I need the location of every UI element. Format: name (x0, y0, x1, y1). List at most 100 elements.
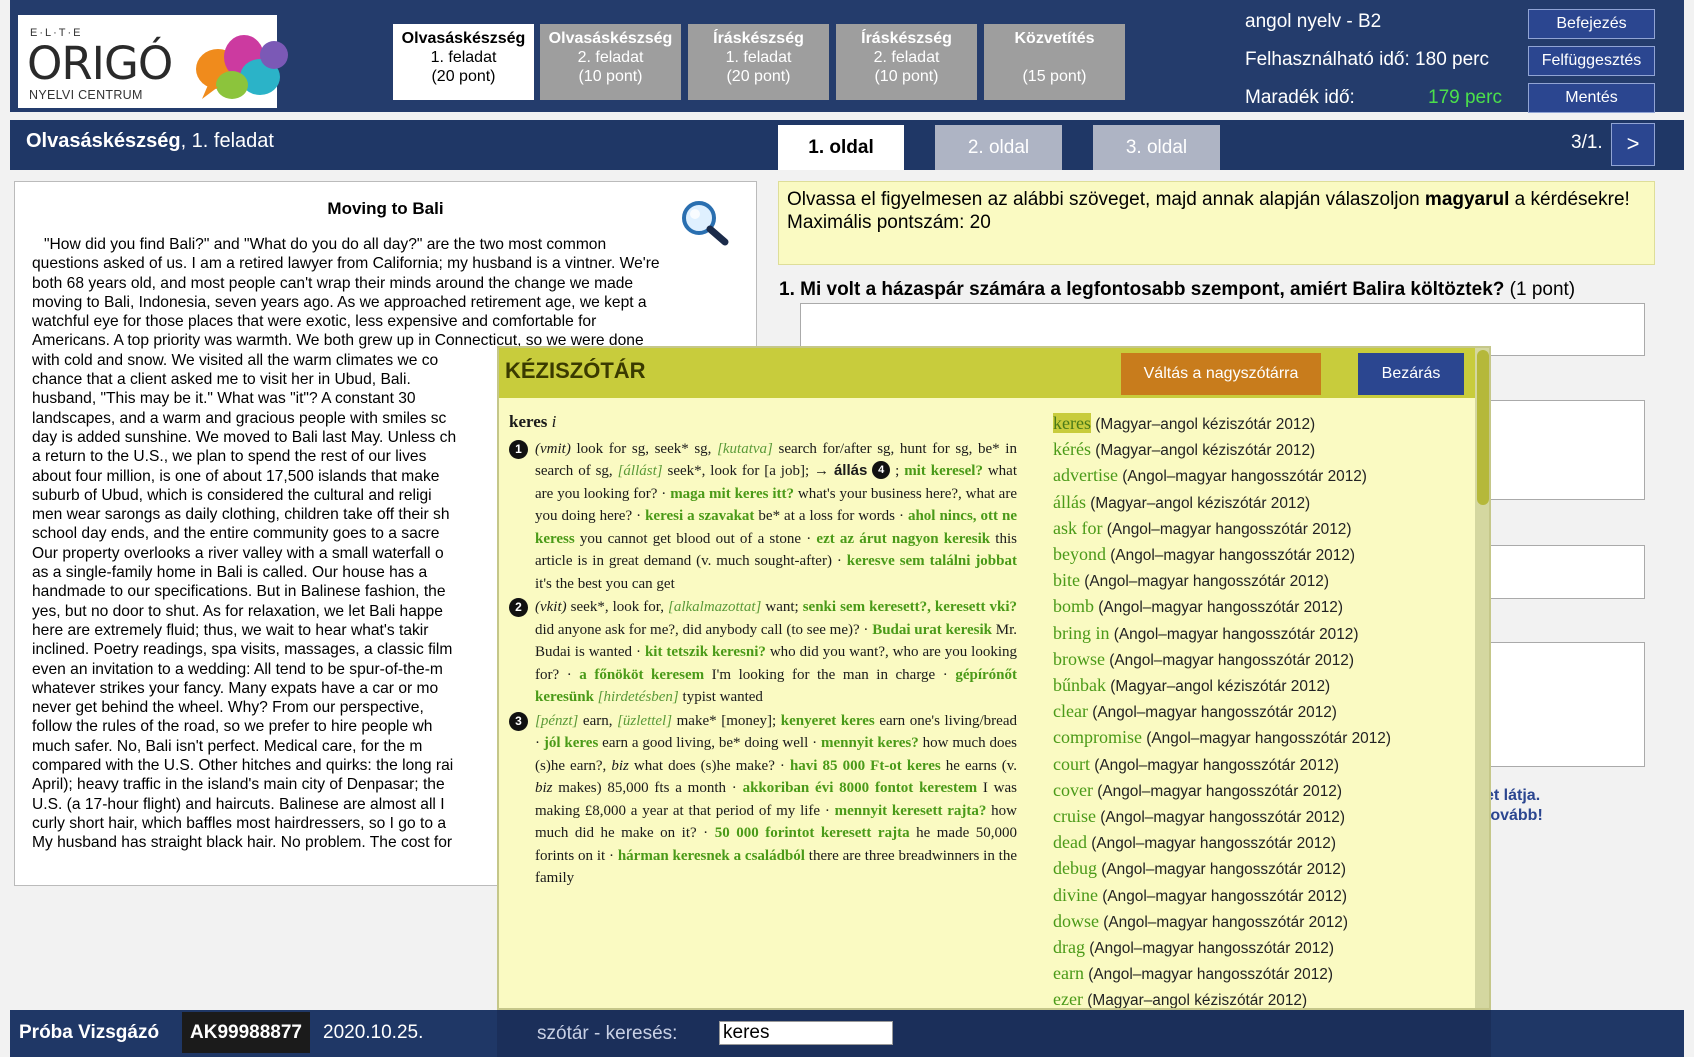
task-tab-4[interactable]: Íráskészség 2. feladat (10 pont) (836, 24, 977, 100)
dictionary-word-item[interactable]: court (Angol–magyar hangosszótár 2012) (1053, 752, 1473, 778)
entry-sense-1: 1 (vmit) look for sg, seek* sg, [kutatva]… (509, 438, 1017, 596)
word-headword: dowse (1053, 910, 1099, 931)
sense-number-2: 2 (509, 598, 528, 617)
candidate-name: Próba Vizsgázó (19, 1022, 160, 1043)
dictionary-word-item[interactable]: állás (Magyar–angol kéziszótár 2012) (1053, 490, 1473, 516)
dictionary-word-item[interactable]: debug (Angol–magyar hangosszótár 2012) (1053, 856, 1473, 882)
save-button[interactable]: Mentés (1528, 83, 1655, 113)
dictionary-word-item[interactable]: beyond (Angol–magyar hangosszótár 2012) (1053, 542, 1473, 568)
word-headword: advertise (1053, 465, 1118, 486)
dictionary-search-input[interactable] (719, 1021, 893, 1045)
reading-line: watchful eye for those places that were … (32, 313, 597, 331)
word-source: (Angol–magyar hangosszótár 2012) (1091, 835, 1336, 853)
candidate-id: AK99988877 (182, 1012, 310, 1053)
answer-field-4[interactable] (1480, 642, 1645, 767)
task-tab-title: Olvasáskészség (401, 30, 526, 47)
page-tab-3[interactable]: 3. oldal (1093, 125, 1220, 170)
task-tab-sub: 2. feladat (873, 49, 940, 66)
dictionary-popup: KÉZISZÓTÁR Váltás a nagyszótárra Bezárás… (497, 346, 1491, 1010)
dictionary-word-item[interactable]: advertise (Angol–magyar hangosszótár 201… (1053, 463, 1473, 489)
exam-language: angol nyelv - B2 (1245, 11, 1382, 32)
word-headword: ezer (1053, 989, 1083, 1010)
word-source: (Magyar–angol kéziszótár 2012) (1110, 678, 1331, 696)
logo-origo-text: ORIGÓ (27, 37, 173, 90)
task-tab-sub: 2. feladat (577, 49, 644, 66)
remaining-time-value: 179 perc (1428, 87, 1502, 108)
task-tab-points: (20 pont) (431, 68, 496, 85)
reading-line: "How did you find Bali?" and "What do yo… (44, 236, 607, 253)
question-1-text: 1. Mi volt a házaspár számára a legfonto… (779, 279, 1505, 300)
dictionary-word-item[interactable]: bring in (Angol–magyar hangosszótár 2012… (1053, 621, 1473, 647)
dictionary-word-list: keres (Magyar–angol kéziszótár 2012) kéré… (1053, 411, 1473, 1010)
dictionary-word-item[interactable]: bite (Angol–magyar hangosszótár 2012) (1053, 568, 1473, 594)
dictionary-word-item[interactable]: clear (Angol–magyar hangosszótár 2012) (1053, 699, 1473, 725)
word-source: (Angol–magyar hangosszótár 2012) (1098, 599, 1343, 617)
question-1: 1. Mi volt a házaspár számára a legfonto… (779, 279, 1575, 301)
logo-subtitle-text: NYELVI CENTRUM (29, 88, 143, 102)
dictionary-word-item[interactable]: bomb (Angol–magyar hangosszótár 2012) (1053, 594, 1473, 620)
word-source: (Angol–magyar hangosszótár 2012) (1101, 861, 1346, 879)
word-headword: compromise (1053, 727, 1142, 748)
page-tab-1[interactable]: 1. oldal (778, 125, 904, 170)
task-tab-points: (10 pont) (578, 68, 643, 85)
instructions-box: Olvassa el figyelmesen az alábbi szövege… (778, 181, 1655, 265)
headword-text: keres (509, 412, 548, 431)
word-source: (Angol–magyar hangosszótár 2012) (1094, 756, 1339, 774)
word-headword: kérés (1053, 439, 1091, 460)
dictionary-word-item[interactable]: browse (Angol–magyar hangosszótár 2012) (1053, 647, 1473, 673)
dictionary-word-item[interactable]: dowse (Angol–magyar hangosszótár 2012) (1053, 909, 1473, 935)
word-source: (Angol–magyar hangosszótár 2012) (1113, 625, 1359, 643)
word-headword: clear (1053, 701, 1088, 722)
task-tab-points: (10 pont) (874, 68, 939, 85)
dictionary-word-item[interactable]: ezer (Magyar–angol kéziszótár 2012) (1053, 987, 1473, 1010)
dictionary-word-item[interactable]: keres (Magyar–angol kéziszótár 2012) (1053, 411, 1473, 437)
word-source: (Angol–magyar hangosszótár 2012) (1122, 468, 1367, 486)
entry-headword: keres i (509, 411, 1017, 434)
answer-field-3[interactable] (1480, 545, 1645, 599)
word-headword: állás (1053, 491, 1086, 512)
dictionary-scroll-thumb[interactable] (1477, 350, 1489, 505)
dictionary-word-item[interactable]: earn (Angol–magyar hangosszótár 2012) (1053, 961, 1473, 987)
switch-dictionary-button[interactable]: Váltás a nagyszótárra (1121, 353, 1321, 395)
usable-time: Felhasználható idő: 180 perc (1245, 49, 1489, 70)
exam-date: 2020.10.25. (323, 1022, 424, 1043)
dictionary-word-item[interactable]: cruise (Angol–magyar hangosszótár 2012) (1053, 804, 1473, 830)
dictionary-word-item[interactable]: ask for (Angol–magyar hangosszótár 2012) (1053, 516, 1473, 542)
word-headword: earn (1053, 963, 1084, 984)
word-headword: cruise (1053, 806, 1096, 827)
continue-hint: et látja. tovább! (1485, 786, 1543, 826)
instructions-text-end: a kérdésekre! (1509, 189, 1630, 210)
dictionary-word-item[interactable]: dead (Angol–magyar hangosszótár 2012) (1053, 830, 1473, 856)
word-headword: drag (1053, 937, 1085, 958)
page-counter: 3/1. (1571, 132, 1603, 153)
dictionary-word-item[interactable]: bűnbak (Magyar–angol kéziszótár 2012) (1053, 673, 1473, 699)
dictionary-word-item[interactable]: compromise (Angol–magyar hangosszótár 20… (1053, 725, 1473, 751)
answer-field-2[interactable] (1480, 400, 1645, 500)
word-source: (Angol–magyar hangosszótár 2012) (1110, 547, 1355, 565)
page-tab-2[interactable]: 2. oldal (935, 125, 1062, 170)
word-headword: court (1053, 753, 1090, 774)
word-source: (Angol–magyar hangosszótár 2012) (1088, 966, 1333, 984)
word-headword: cover (1053, 779, 1093, 800)
word-headword: ask for (1053, 517, 1103, 538)
dictionary-word-item[interactable]: kérés (Magyar–angol kéziszótár 2012) (1053, 437, 1473, 463)
close-dictionary-button[interactable]: Bezárás (1358, 353, 1464, 395)
task-tab-1[interactable]: Olvasáskészség 1. feladat (20 pont) (393, 24, 534, 100)
dictionary-word-item[interactable]: cover (Angol–magyar hangosszótár 2012) (1053, 778, 1473, 804)
suspend-button[interactable]: Felfüggesztés (1528, 46, 1655, 76)
dictionary-header (499, 348, 1489, 398)
task-tab-5[interactable]: Közvetítés (15 pont) (984, 24, 1125, 100)
dictionary-word-item[interactable]: divine (Angol–magyar hangosszótár 2012) (1053, 883, 1473, 909)
task-tab-2[interactable]: Olvasáskészség 2. feladat (10 pont) (540, 24, 681, 100)
instructions-text: Olvassa el figyelmesen az alábbi szövege… (787, 189, 1425, 210)
word-source: (Magyar–angol kéziszótár 2012) (1095, 442, 1316, 460)
word-headword: dead (1053, 832, 1087, 853)
dictionary-word-item[interactable]: drag (Angol–magyar hangosszótár 2012) (1053, 935, 1473, 961)
word-headword: beyond (1053, 544, 1106, 565)
finish-button[interactable]: Befejezés (1528, 9, 1655, 39)
word-source: (Angol–magyar hangosszótár 2012) (1100, 809, 1345, 827)
word-source: (Angol–magyar hangosszótár 2012) (1092, 704, 1337, 722)
next-page-button[interactable]: > (1611, 123, 1655, 166)
section-title-task: , 1. feladat (180, 130, 274, 152)
task-tab-3[interactable]: Íráskészség 1. feladat (20 pont) (688, 24, 829, 100)
